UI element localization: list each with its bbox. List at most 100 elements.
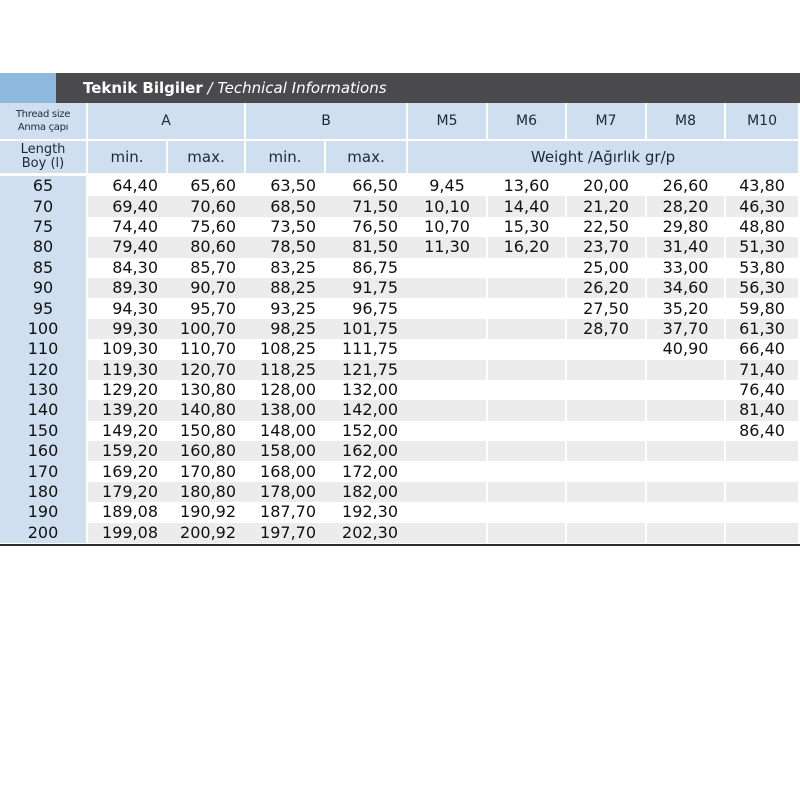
weight-m6-cell (488, 277, 568, 299)
length-header: Length Boy (l) (0, 141, 88, 176)
a-max-cell: 80,60 (168, 237, 247, 258)
weight-m10-cell: 43,80 (726, 176, 800, 197)
a-min-cell: 99,30 (88, 318, 168, 340)
b-max-cell: 101,75 (326, 318, 409, 340)
b-max-cell: 81,50 (326, 237, 409, 258)
weight-m6-cell (488, 318, 568, 340)
a-min-header: min. (88, 141, 168, 176)
b-min-cell: 128,00 (260, 380, 317, 400)
b-max-cell: 172,00 (342, 461, 399, 481)
weight-m5-cell: 11,30 (408, 237, 489, 258)
length-cell: 100 (0, 318, 88, 340)
weight-m8-cell (647, 481, 727, 503)
weight-m8-cell (647, 441, 727, 462)
weight-m8-cell (647, 420, 727, 442)
weight-m8-cell: 33,00 (647, 257, 727, 278)
a-max-cell: 85,70 (190, 257, 237, 277)
b-max-header: max. (326, 141, 409, 176)
a-min-cell: 129,20 (102, 380, 158, 400)
b-min-cell: 93,25 (270, 298, 317, 318)
weight-m8-cell (647, 359, 727, 380)
table-row: 160 159,20 160,80 158,00 162,00 (0, 441, 800, 462)
length-cell: 150 (0, 420, 88, 442)
weight-m10-cell: 76,40 (726, 379, 800, 401)
a-max-cell: 70,60 (168, 196, 247, 217)
weight-m5-cell (408, 298, 489, 319)
weight-m5-cell: 10,10 (408, 196, 489, 217)
a-max-cell: 110,70 (180, 339, 237, 359)
table-row: 200 199,08 200,92 197,70 202,30 (0, 522, 800, 544)
b-min-cell: 197,70 (246, 522, 327, 544)
weight-m8-cell: 28,20 (647, 196, 727, 217)
weight-m10-cell (726, 502, 800, 523)
b-min-cell: 98,25 (246, 318, 327, 340)
b-max-cell: 132,00 (342, 380, 399, 400)
weight-m8-cell: 40,90 (647, 339, 727, 360)
a-max-cell: 180,80 (168, 481, 247, 503)
weight-m6-cell (488, 298, 568, 319)
weight-m8-cell (647, 400, 727, 421)
thread-m10-header: M10 (726, 103, 800, 141)
thread-m7-header: M7 (567, 103, 648, 141)
thread-m6-header: M6 (488, 103, 568, 141)
b-min-cell: 78,50 (246, 237, 327, 258)
a-max-cell: 200,92 (168, 522, 247, 544)
a-min-cell: 169,20 (102, 461, 158, 481)
length-cell: 170 (0, 461, 88, 482)
table-row: 75 74,40 75,60 73,50 76,50 10,70 15,30 22,50 29,… (0, 216, 800, 238)
weight-m5-cell (408, 318, 489, 340)
thread-m5-header: M5 (408, 103, 489, 141)
length-cell: 85 (0, 257, 88, 278)
table-row: 85 84,30 85,70 83,25 86,75 25,00 33,00 53,80 (0, 257, 800, 278)
weight-m5-cell (408, 339, 489, 360)
weight-m6-cell (488, 359, 568, 380)
weight-m10-cell: 53,80 (726, 257, 800, 278)
length-cell: 180 (0, 481, 88, 503)
table-row: 190 189,08 190,92 187,70 192,30 (0, 502, 800, 523)
weight-m7-cell: 23,70 (567, 237, 648, 258)
banner-title: Teknik Bilgiler / Technical Informations (83, 73, 387, 103)
table-row: 95 94,30 95,70 93,25 96,75 27,50 35,20 59,80 (0, 298, 800, 319)
b-max-cell: 121,75 (326, 359, 409, 380)
weight-m7-cell (567, 379, 648, 401)
table-row: 140 139,20 140,80 138,00 142,00 81,40 (0, 400, 800, 421)
weight-m6-cell (488, 461, 568, 482)
b-max-cell: 152,00 (342, 420, 399, 440)
weight-m8-cell: 31,40 (647, 237, 727, 258)
thread-size-label-en: Thread size (15, 109, 71, 120)
table-row: 100 99,30 100,70 98,25 101,75 28,70 37,70 61,30 (0, 318, 800, 340)
b-max-cell: 96,75 (352, 298, 399, 318)
table-row: 170 169,20 170,80 168,00 172,00 (0, 461, 800, 482)
b-max-cell: 111,75 (342, 339, 399, 359)
weight-m7-cell (567, 359, 648, 380)
table-row: 70 69,40 70,60 68,50 71,50 10,10 14,40 21,20 28,… (0, 196, 800, 217)
length-cell: 140 (0, 400, 88, 421)
weight-m5-cell: 9,45 (408, 176, 489, 197)
weight-m7-cell (567, 502, 648, 523)
length-label-en: Length (20, 142, 66, 157)
b-min-cell: 73,50 (270, 216, 317, 236)
a-min-cell: 94,30 (112, 298, 158, 318)
a-min-cell: 139,20 (88, 400, 168, 421)
weight-m6-cell: 14,40 (488, 196, 568, 217)
weight-m7-cell: 20,00 (567, 176, 648, 197)
weight-m10-cell: 56,30 (726, 277, 800, 299)
b-min-cell: 63,50 (270, 176, 317, 196)
a-min-cell: 159,20 (88, 441, 168, 462)
b-min-cell: 108,25 (260, 339, 317, 359)
a-min-cell: 69,40 (88, 196, 168, 217)
weight-m10-cell (726, 461, 800, 482)
b-min-cell: 178,00 (246, 481, 327, 503)
weight-m5-cell: 10,70 (408, 216, 489, 238)
b-max-cell: 182,00 (326, 481, 409, 503)
a-min-cell: 84,30 (112, 257, 158, 277)
a-max-cell: 190,92 (180, 502, 237, 522)
table-row: 120 119,30 120,70 118,25 121,75 71,40 (0, 359, 800, 380)
weight-m7-cell: 27,50 (567, 298, 648, 319)
b-max-cell: 192,30 (342, 502, 399, 522)
weight-m8-cell: 37,70 (647, 318, 727, 340)
weight-m8-cell (647, 379, 727, 401)
table-row: 65 64,40 65,60 63,50 66,50 9,45 13,60 20,00 26,6… (0, 176, 800, 197)
length-cell: 75 (0, 216, 88, 238)
b-max-cell: 142,00 (326, 400, 409, 421)
